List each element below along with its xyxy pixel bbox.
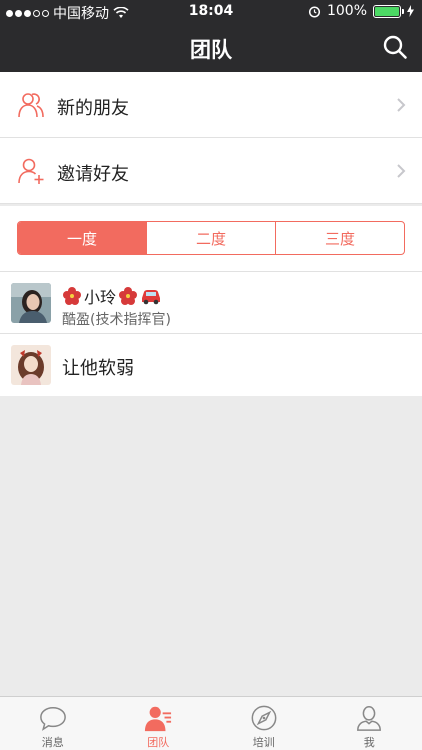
tab-messages[interactable]: 消息 — [0, 697, 106, 750]
car-icon — [142, 290, 161, 305]
member-name-row: 小玲 — [62, 284, 162, 308]
member-subtitle: 酷盈(技术指挥官) — [62, 312, 171, 328]
list-item[interactable]: 小玲 酷盈(技术指挥官) — [0, 272, 422, 334]
new-friends-label: 新的朋友 — [57, 98, 129, 119]
member-name: 小玲 — [84, 288, 117, 307]
segment-second-degree[interactable]: 二度 — [147, 222, 276, 254]
search-icon[interactable] — [382, 34, 408, 60]
member-list: 小玲 酷盈(技术指挥官) 让他软弱 — [0, 272, 422, 396]
bottom-tab-bar: 消息 团队 培训 我 — [0, 696, 422, 750]
team-icon — [145, 706, 172, 732]
chevron-right-icon — [397, 98, 406, 112]
list-item[interactable]: 让他软弱 — [0, 334, 422, 396]
segment-first-degree[interactable]: 一度 — [18, 222, 147, 254]
hibiscus-icon — [63, 287, 81, 305]
alarm-icon — [308, 5, 321, 18]
hibiscus-icon — [119, 287, 138, 305]
avatar — [11, 283, 51, 323]
battery-percent: 100% — [326, 3, 367, 19]
battery-icon — [373, 4, 404, 18]
tab-label: 团队 — [147, 736, 170, 749]
avatar — [11, 345, 51, 385]
tab-label: 培训 — [252, 736, 275, 749]
segment-third-degree[interactable]: 三度 — [276, 222, 404, 254]
menu-list: 新的朋友 邀请好友 — [0, 72, 422, 204]
chat-bubble-icon — [39, 706, 66, 731]
new-friends-row[interactable]: 新的朋友 — [0, 72, 422, 138]
person-icon — [357, 706, 382, 731]
invite-friends-row[interactable]: 邀请好友 — [0, 138, 422, 204]
tab-label: 我 — [363, 736, 375, 749]
tab-label: 消息 — [41, 736, 64, 749]
people-icon — [18, 93, 44, 118]
invite-friends-label: 邀请好友 — [57, 164, 129, 185]
add-person-icon — [18, 158, 44, 184]
degree-segment-container: 一度 二度 三度 — [0, 206, 422, 272]
tab-team[interactable]: 团队 — [106, 697, 212, 750]
tab-training[interactable]: 培训 — [211, 697, 317, 750]
charging-icon — [407, 5, 414, 17]
status-right: 100% — [308, 3, 414, 19]
status-bar: 中国移动 18:04 100% — [0, 0, 422, 24]
top-bar: 中国移动 18:04 100% 团队 — [0, 0, 422, 72]
degree-segmented-control: 一度 二度 三度 — [17, 221, 405, 255]
chevron-right-icon — [397, 164, 406, 178]
compass-icon — [251, 705, 277, 731]
member-name: 让他软弱 — [62, 358, 134, 379]
page-title: 团队 — [190, 38, 232, 62]
tab-me[interactable]: 我 — [317, 697, 422, 750]
